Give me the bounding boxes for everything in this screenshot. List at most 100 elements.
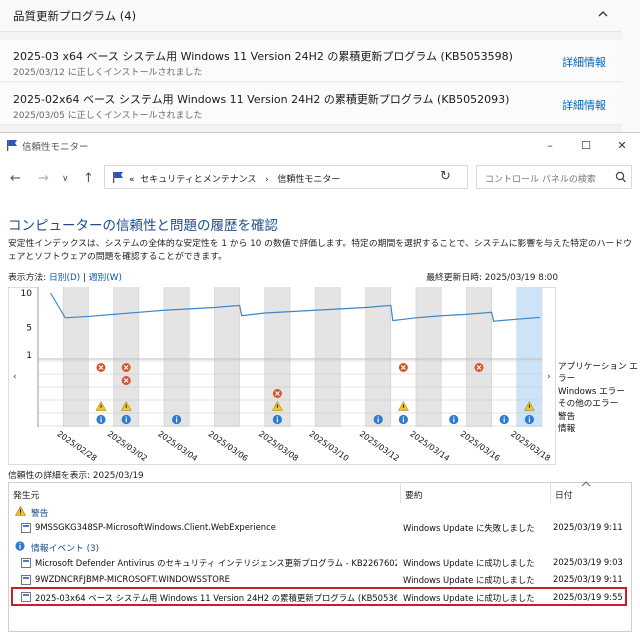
table-row[interactable]: Microsoft Defender Antivirus のセキュリティ インテ… [9, 554, 631, 571]
legend-warnings: 警告 [558, 411, 576, 422]
info-icon [96, 414, 106, 425]
table-row[interactable]: 9WZDNCRFJBMP-MICROSOFT.WINDOWSSTORE Wind… [9, 571, 631, 588]
chevron-up-icon[interactable] [598, 9, 608, 19]
breadcrumb-overflow[interactable]: « [129, 175, 135, 185]
view-week-link[interactable]: 週別(W) [89, 273, 122, 283]
error-icon [398, 363, 408, 372]
row-summary: Windows Update に失敗しました [403, 523, 535, 533]
breadcrumb-current[interactable]: 信頼性モニター [277, 175, 340, 185]
view-day-link[interactable]: 日別(D) [49, 273, 80, 283]
scroll-right-icon[interactable]: › [547, 372, 551, 382]
row-source: Microsoft Defender Antivirus のセキュリティ インテ… [35, 558, 397, 568]
error-icon [121, 363, 131, 372]
sort-up-icon [581, 481, 591, 487]
update-name: 2025-02x64 ベース システム用 Windows 11 Version … [13, 93, 510, 106]
details-link[interactable]: 詳細情報 [562, 54, 606, 70]
update-item: 2025-02x64 ベース システム用 Windows 11 Version … [0, 83, 622, 125]
row-date: 2025/03/19 9:11 [553, 522, 623, 532]
reliability-chart-svg[interactable]: 10512025/02/28 2025/03/02 2025/03/04 2025/0… [8, 287, 556, 465]
info-icon [15, 541, 25, 551]
reliability-monitor-window: 信頼性モニター – ☐ ✕ ← → ∨ ↑ « セキュリティとメンテナンス › … [0, 132, 640, 634]
scrollbar[interactable] [622, 0, 640, 132]
day-column [214, 287, 240, 427]
info-icon [121, 414, 131, 425]
row-date: 2025/03/19 9:03 [553, 557, 623, 567]
view-label: 表示方法: [8, 273, 47, 283]
row-source: 9MSSGKG348SP-MicrosoftWindows.Client.Web… [35, 522, 276, 532]
back-arrow-icon[interactable]: ← [10, 171, 21, 186]
info-icon [373, 414, 383, 425]
day-column [441, 287, 467, 427]
page-title: コンピューターの信頼性と問題の履歴を確認 [8, 218, 278, 234]
breadcrumb-security[interactable]: セキュリティとメンテナンス [140, 175, 256, 185]
update-name: 2025-03 x64 ベース システム用 Windows 11 Version… [13, 50, 513, 63]
table-row-selected[interactable]: 2025-03x64 ベース システム用 Windows 11 Version … [11, 587, 627, 606]
app-icon [21, 523, 31, 533]
table-row[interactable]: 9MSSGKG348SP-MicrosoftWindows.Client.Web… [9, 519, 631, 536]
legend-information: 情報 [558, 424, 576, 435]
event-legend: アプリケーション エラー Windows エラー その他のエラー 警告 情報 [558, 361, 640, 435]
up-arrow-icon[interactable]: ↑ [83, 171, 94, 186]
minimize-button[interactable]: – [532, 133, 568, 157]
day-column [416, 287, 442, 427]
column-date[interactable]: 日付 [551, 483, 631, 503]
details-link[interactable]: 詳細情報 [562, 97, 606, 113]
close-button[interactable]: ✕ [604, 133, 640, 157]
details-table: 発生元 要約 日付 警告 9MSSGKG348SP-MicrosoftWindo… [8, 481, 632, 632]
day-column [63, 287, 89, 427]
info-icon [172, 414, 182, 425]
flag-icon [7, 140, 17, 151]
y-tick-label: 5 [26, 323, 32, 333]
legend-windows-errors: Windows エラー [558, 386, 625, 397]
row-source: 2025-03x64 ベース システム用 Windows 11 Version … [35, 593, 397, 603]
update-status: 2025/03/05 に正しくインストールされました [13, 111, 203, 121]
scroll-left-icon[interactable]: ‹ [13, 372, 17, 382]
update-status: 2025/03/12 に正しくインストールされました [13, 68, 203, 78]
app-icon [21, 558, 31, 568]
maximize-button[interactable]: ☐ [568, 133, 604, 157]
reliability-chart[interactable]: 10 5 1 2025/02/28 2025/03/02 2025/03/04 2025/0… [8, 287, 556, 465]
warning-icon [15, 506, 26, 516]
info-icon [449, 414, 459, 425]
day-column [315, 287, 341, 427]
flag-icon [113, 172, 123, 183]
row-summary: Windows Update に成功しました [403, 575, 535, 585]
search-placeholder: コントロール パネルの検索 [485, 175, 596, 185]
group-label: 情報イベント (3) [31, 544, 100, 554]
day-column [239, 287, 265, 427]
info-icon [398, 414, 408, 425]
day-column [365, 287, 391, 427]
forward-arrow-icon[interactable]: → [38, 171, 49, 186]
row-summary: Windows Update に成功しました [403, 593, 535, 603]
refresh-icon[interactable]: ↻ [440, 169, 451, 184]
row-summary: Windows Update に成功しました [403, 558, 535, 568]
recent-dropdown-icon[interactable]: ∨ [62, 174, 69, 184]
error-icon [96, 363, 106, 372]
section-title: 品質更新プログラム (4) [13, 9, 137, 23]
app-icon [21, 575, 31, 585]
info-icon [499, 414, 509, 425]
day-column [164, 287, 190, 427]
column-source[interactable]: 発生元 [9, 483, 401, 503]
page-description: 安定性インデックスは、システムの全体的な安定性を 1 から 10 の数値で評価し… [8, 239, 632, 262]
legend-app-errors: アプリケーション エラー [558, 362, 638, 385]
update-history-panel: 品質更新プログラム (4) 2025-03 x64 ベース システム用 Wind… [0, 0, 640, 132]
update-item: 2025-03 x64 ベース システム用 Windows 11 Version… [0, 40, 622, 82]
group-warnings[interactable]: 警告 [9, 503, 631, 519]
breadcrumb-separator: › [265, 175, 269, 185]
group-label: 警告 [31, 509, 49, 519]
group-information[interactable]: 情報イベント (3) [9, 538, 631, 554]
info-icon [524, 414, 535, 425]
search-icon [615, 171, 626, 183]
column-summary[interactable]: 要約 [401, 483, 551, 503]
day-column [290, 287, 316, 427]
quality-updates-header[interactable]: 品質更新プログラム (4) [0, 0, 622, 32]
address-bar[interactable]: « セキュリティとメンテナンス › 信頼性モニター ∨ [104, 165, 522, 189]
row-source: 9WZDNCRFJBMP-MICROSOFT.WINDOWSSTORE [35, 574, 230, 584]
info-icon [272, 414, 282, 425]
last-updated: 最終更新日時: 2025/03/19 8:00 [426, 273, 558, 283]
search-input[interactable]: コントロール パネルの検索 [476, 165, 632, 189]
error-icon [121, 376, 131, 385]
day-column [466, 287, 492, 427]
y-tick-label: 10 [21, 289, 33, 299]
